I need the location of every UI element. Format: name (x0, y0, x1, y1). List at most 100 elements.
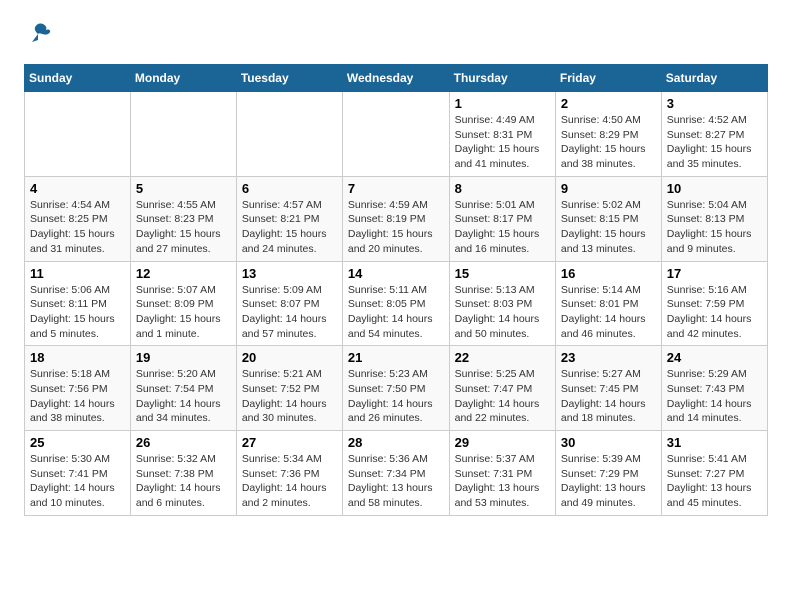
day-number: 9 (561, 181, 656, 196)
day-info: Sunrise: 5:36 AM Sunset: 7:34 PM Dayligh… (348, 452, 444, 511)
day-info: Sunrise: 5:01 AM Sunset: 8:17 PM Dayligh… (455, 198, 550, 257)
day-number: 11 (30, 266, 125, 281)
day-number: 29 (455, 435, 550, 450)
day-info: Sunrise: 5:02 AM Sunset: 8:15 PM Dayligh… (561, 198, 656, 257)
week-row-2: 4Sunrise: 4:54 AM Sunset: 8:25 PM Daylig… (25, 176, 768, 261)
day-number: 18 (30, 350, 125, 365)
week-row-4: 18Sunrise: 5:18 AM Sunset: 7:56 PM Dayli… (25, 346, 768, 431)
calendar-cell (342, 92, 449, 177)
day-number: 26 (136, 435, 231, 450)
day-info: Sunrise: 5:20 AM Sunset: 7:54 PM Dayligh… (136, 367, 231, 426)
day-number: 13 (242, 266, 337, 281)
calendar-header: SundayMondayTuesdayWednesdayThursdayFrid… (25, 65, 768, 92)
day-number: 3 (667, 96, 762, 111)
header-monday: Monday (130, 65, 236, 92)
calendar-cell: 2 Sunrise: 4:50 AM Sunset: 8:29 PM Daylig… (555, 92, 661, 177)
calendar-cell: 19Sunrise: 5:20 AM Sunset: 7:54 PM Dayli… (130, 346, 236, 431)
day-info: Sunrise: 4:59 AM Sunset: 8:19 PM Dayligh… (348, 198, 444, 257)
calendar-cell: 31Sunrise: 5:41 AM Sunset: 7:27 PM Dayli… (661, 431, 767, 516)
calendar-cell: 11 Sunrise: 5:06 AM Sunset: 8:11 PM Dayli… (25, 261, 131, 346)
calendar-cell: 4Sunrise: 4:54 AM Sunset: 8:25 PM Daylig… (25, 176, 131, 261)
day-number: 17 (667, 266, 762, 281)
calendar-cell: 12 Sunrise: 5:07 AM Sunset: 8:09 PM Dayli… (130, 261, 236, 346)
day-number: 25 (30, 435, 125, 450)
header-row: SundayMondayTuesdayWednesdayThursdayFrid… (25, 65, 768, 92)
day-info: Sunrise: 5:25 AM Sunset: 7:47 PM Dayligh… (455, 367, 550, 426)
day-info: Sunrise: 5:04 AM Sunset: 8:13 PM Dayligh… (667, 198, 762, 257)
week-row-1: 1 Sunrise: 4:49 AM Sunset: 8:31 PM Daylig… (25, 92, 768, 177)
day-number: 1 (455, 96, 550, 111)
day-info: Sunrise: 5:34 AM Sunset: 7:36 PM Dayligh… (242, 452, 337, 511)
calendar-cell: 3 Sunrise: 4:52 AM Sunset: 8:27 PM Daylig… (661, 92, 767, 177)
calendar-cell: 29 Sunrise: 5:37 AM Sunset: 7:31 PM Dayli… (449, 431, 555, 516)
day-number: 16 (561, 266, 656, 281)
calendar-cell: 30Sunrise: 5:39 AM Sunset: 7:29 PM Dayli… (555, 431, 661, 516)
day-number: 10 (667, 181, 762, 196)
header-saturday: Saturday (661, 65, 767, 92)
day-info: Sunrise: 4:50 AM Sunset: 8:29 PM Dayligh… (561, 113, 656, 172)
day-info: Sunrise: 5:27 AM Sunset: 7:45 PM Dayligh… (561, 367, 656, 426)
day-number: 2 (561, 96, 656, 111)
day-info: Sunrise: 5:30 AM Sunset: 7:41 PM Dayligh… (30, 452, 125, 511)
day-number: 27 (242, 435, 337, 450)
day-info: Sunrise: 5:13 AM Sunset: 8:03 PM Dayligh… (455, 283, 550, 342)
header-tuesday: Tuesday (236, 65, 342, 92)
calendar-cell: 15 Sunrise: 5:13 AM Sunset: 8:03 PM Dayli… (449, 261, 555, 346)
calendar-cell (236, 92, 342, 177)
calendar-cell: 27 Sunrise: 5:34 AM Sunset: 7:36 PM Dayli… (236, 431, 342, 516)
day-info: Sunrise: 5:23 AM Sunset: 7:50 PM Dayligh… (348, 367, 444, 426)
day-info: Sunrise: 5:07 AM Sunset: 8:09 PM Dayligh… (136, 283, 231, 342)
day-number: 22 (455, 350, 550, 365)
day-info: Sunrise: 5:37 AM Sunset: 7:31 PM Dayligh… (455, 452, 550, 511)
day-info: Sunrise: 5:11 AM Sunset: 8:05 PM Dayligh… (348, 283, 444, 342)
day-number: 8 (455, 181, 550, 196)
header-friday: Friday (555, 65, 661, 92)
day-info: Sunrise: 4:49 AM Sunset: 8:31 PM Dayligh… (455, 113, 550, 172)
calendar-cell: 1 Sunrise: 4:49 AM Sunset: 8:31 PM Daylig… (449, 92, 555, 177)
day-info: Sunrise: 5:41 AM Sunset: 7:27 PM Dayligh… (667, 452, 762, 511)
day-info: Sunrise: 4:54 AM Sunset: 8:25 PM Dayligh… (30, 198, 125, 257)
calendar-cell: 17Sunrise: 5:16 AM Sunset: 7:59 PM Dayli… (661, 261, 767, 346)
header-sunday: Sunday (25, 65, 131, 92)
calendar-cell: 26Sunrise: 5:32 AM Sunset: 7:38 PM Dayli… (130, 431, 236, 516)
day-info: Sunrise: 4:57 AM Sunset: 8:21 PM Dayligh… (242, 198, 337, 257)
calendar-cell: 8 Sunrise: 5:01 AM Sunset: 8:17 PM Daylig… (449, 176, 555, 261)
day-number: 23 (561, 350, 656, 365)
calendar-cell: 10 Sunrise: 5:04 AM Sunset: 8:13 PM Dayli… (661, 176, 767, 261)
calendar-cell: 6 Sunrise: 4:57 AM Sunset: 8:21 PM Daylig… (236, 176, 342, 261)
calendar-cell: 22 Sunrise: 5:25 AM Sunset: 7:47 PM Dayli… (449, 346, 555, 431)
day-info: Sunrise: 5:06 AM Sunset: 8:11 PM Dayligh… (30, 283, 125, 342)
calendar-cell: 5Sunrise: 4:55 AM Sunset: 8:23 PM Daylig… (130, 176, 236, 261)
day-number: 12 (136, 266, 231, 281)
day-number: 21 (348, 350, 444, 365)
day-number: 6 (242, 181, 337, 196)
day-info: Sunrise: 5:39 AM Sunset: 7:29 PM Dayligh… (561, 452, 656, 511)
logo (24, 20, 56, 48)
calendar-cell: 20Sunrise: 5:21 AM Sunset: 7:52 PM Dayli… (236, 346, 342, 431)
calendar-cell (25, 92, 131, 177)
day-number: 7 (348, 181, 444, 196)
header-thursday: Thursday (449, 65, 555, 92)
day-number: 24 (667, 350, 762, 365)
calendar-cell (130, 92, 236, 177)
day-number: 15 (455, 266, 550, 281)
day-info: Sunrise: 5:21 AM Sunset: 7:52 PM Dayligh… (242, 367, 337, 426)
calendar-cell: 9 Sunrise: 5:02 AM Sunset: 8:15 PM Daylig… (555, 176, 661, 261)
logo-icon (24, 20, 52, 48)
day-number: 14 (348, 266, 444, 281)
week-row-5: 25 Sunrise: 5:30 AM Sunset: 7:41 PM Dayli… (25, 431, 768, 516)
header-wednesday: Wednesday (342, 65, 449, 92)
day-info: Sunrise: 4:52 AM Sunset: 8:27 PM Dayligh… (667, 113, 762, 172)
calendar-table: SundayMondayTuesdayWednesdayThursdayFrid… (24, 64, 768, 516)
day-number: 28 (348, 435, 444, 450)
page-header (24, 20, 768, 48)
day-info: Sunrise: 5:09 AM Sunset: 8:07 PM Dayligh… (242, 283, 337, 342)
calendar-cell: 23 Sunrise: 5:27 AM Sunset: 7:45 PM Dayli… (555, 346, 661, 431)
day-info: Sunrise: 5:14 AM Sunset: 8:01 PM Dayligh… (561, 283, 656, 342)
calendar-cell: 18Sunrise: 5:18 AM Sunset: 7:56 PM Dayli… (25, 346, 131, 431)
calendar-cell: 28 Sunrise: 5:36 AM Sunset: 7:34 PM Dayli… (342, 431, 449, 516)
calendar-cell: 13 Sunrise: 5:09 AM Sunset: 8:07 PM Dayli… (236, 261, 342, 346)
calendar-cell: 14 Sunrise: 5:11 AM Sunset: 8:05 PM Dayli… (342, 261, 449, 346)
week-row-3: 11 Sunrise: 5:06 AM Sunset: 8:11 PM Dayli… (25, 261, 768, 346)
calendar-cell: 7 Sunrise: 4:59 AM Sunset: 8:19 PM Daylig… (342, 176, 449, 261)
